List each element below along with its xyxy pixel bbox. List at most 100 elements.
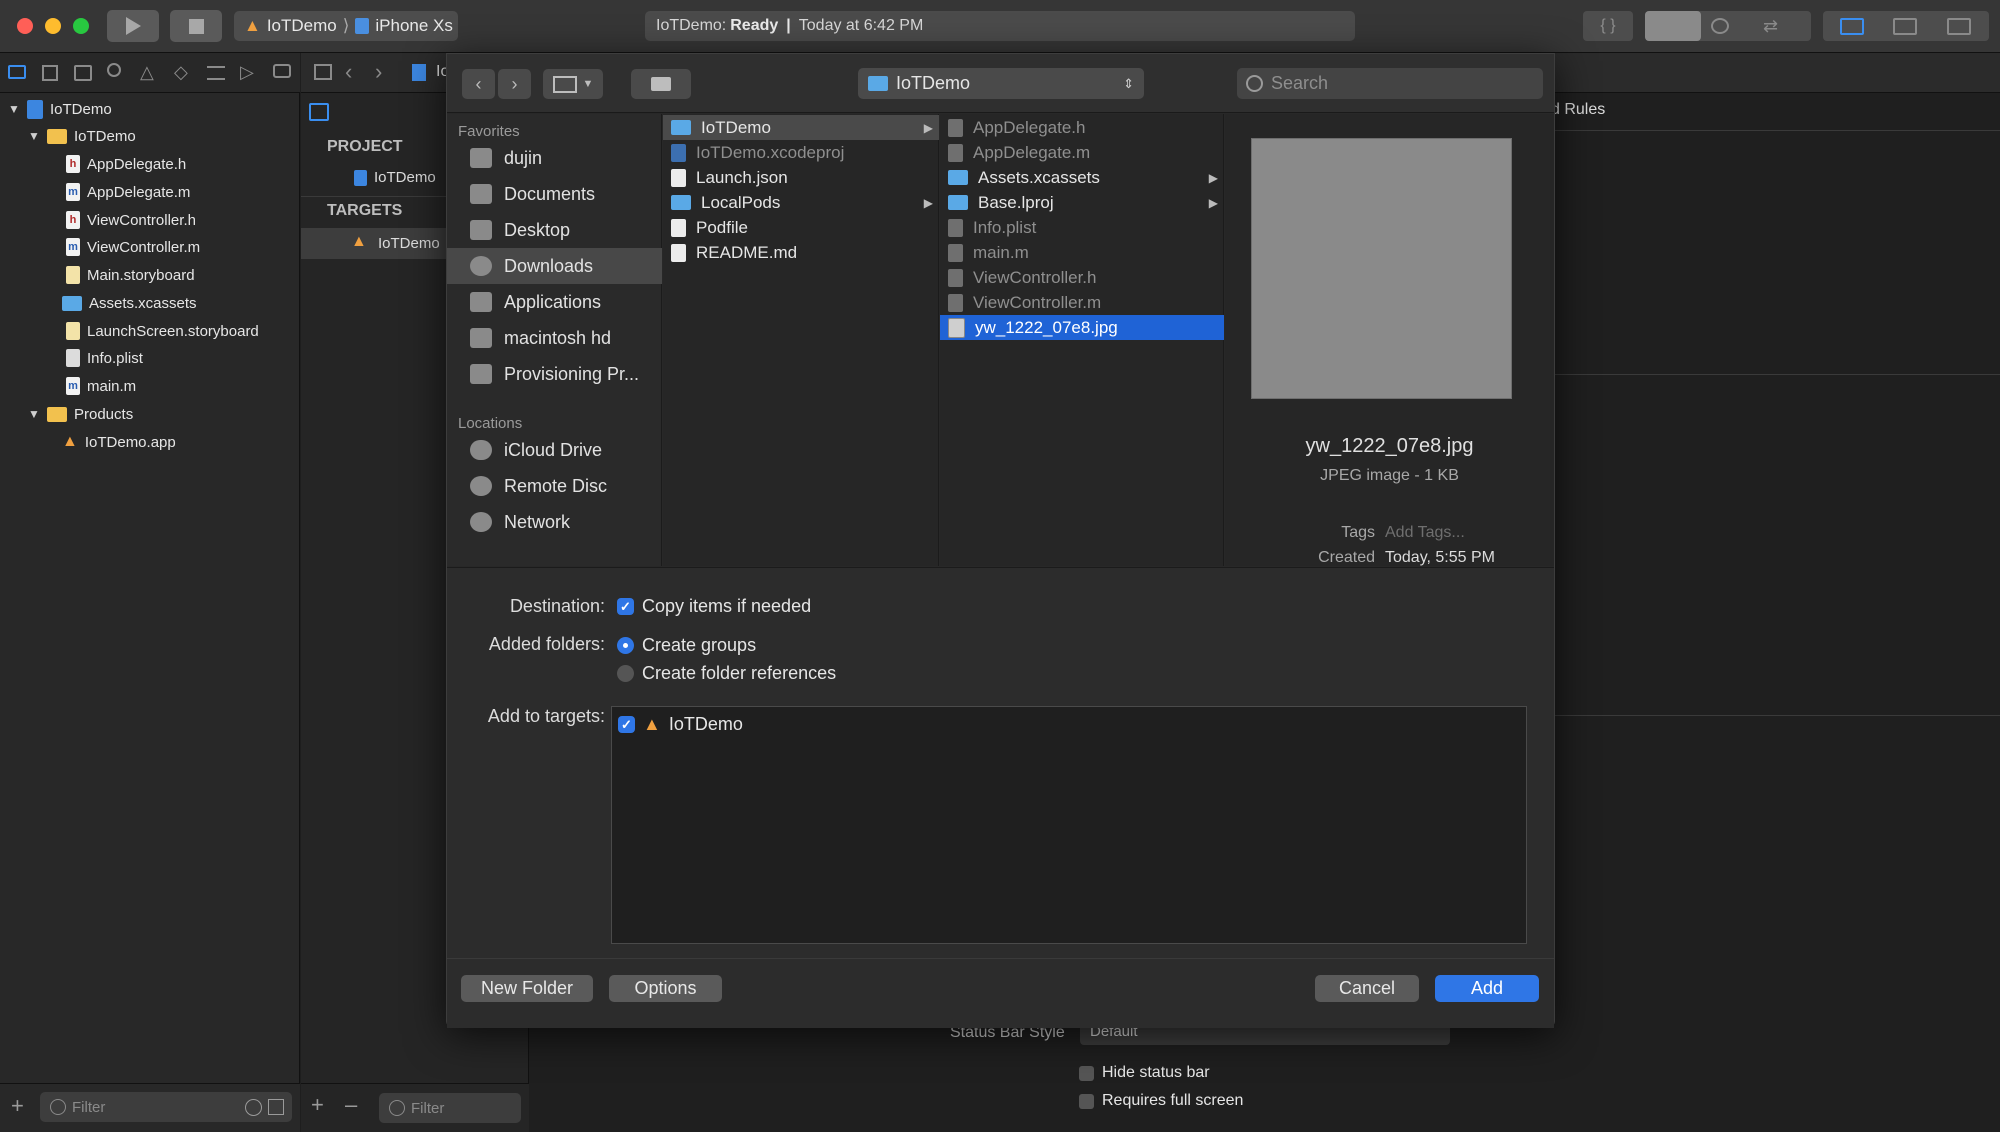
target-filter-input[interactable]: Filter: [379, 1093, 521, 1123]
nav-item-file[interactable]: Main.storyboard: [66, 262, 195, 288]
source-control-icon[interactable]: [42, 65, 58, 81]
nav-item-file[interactable]: m main.m: [66, 373, 136, 399]
zoom-window-button[interactable]: [73, 18, 89, 34]
project-navigator-icon[interactable]: [8, 65, 26, 79]
forward-button[interactable]: ›: [498, 69, 531, 99]
close-window-button[interactable]: [17, 18, 33, 34]
debug-toggle-icon[interactable]: [1893, 18, 1917, 35]
search-icon[interactable]: [107, 63, 121, 77]
sidebar-item-dujin[interactable]: dujin: [447, 140, 662, 176]
list-item-file[interactable]: Info.plist: [940, 215, 1224, 240]
minimize-window-button[interactable]: [45, 18, 61, 34]
list-item-file[interactable]: ViewController.m: [940, 290, 1224, 315]
sidebar-toggle-icon[interactable]: [309, 103, 329, 121]
list-item-file[interactable]: Launch.json: [663, 165, 939, 190]
list-item-file[interactable]: AppDelegate.m: [940, 140, 1224, 165]
target-item-label: IoTDemo: [378, 235, 440, 252]
project-item[interactable]: IoTDemo: [354, 169, 436, 186]
list-item-folder[interactable]: Base.lproj ▶: [940, 190, 1224, 215]
nav-item-file[interactable]: ▲ IoTDemo.app: [62, 429, 176, 455]
list-item-file[interactable]: ViewController.h: [940, 265, 1224, 290]
nav-item-file[interactable]: h AppDelegate.h: [66, 151, 186, 177]
sidebar-item-applications[interactable]: Applications: [447, 284, 662, 320]
back-icon[interactable]: ‹: [345, 59, 352, 85]
list-item-folder[interactable]: LocalPods ▶: [663, 190, 939, 215]
copy-items-checkbox[interactable]: ✓ Copy items if needed: [617, 596, 811, 617]
project-icon: [27, 99, 43, 119]
sidebar-item-desktop[interactable]: Desktop: [447, 212, 662, 248]
inspector-toggle-icon[interactable]: [1947, 18, 1971, 35]
recent-files-icon[interactable]: [245, 1098, 262, 1116]
tab-build-rules[interactable]: d Rules: [1551, 101, 1605, 119]
navigator-filter-input[interactable]: Filter: [40, 1092, 292, 1122]
forward-icon[interactable]: ›: [375, 59, 382, 85]
list-item-file[interactable]: main.m: [940, 240, 1224, 265]
disclosure-triangle-icon[interactable]: ▼: [28, 129, 40, 143]
disclosure-triangle-icon[interactable]: ▼: [28, 407, 40, 421]
nav-item-project[interactable]: ▼ IoTDemo: [8, 96, 112, 122]
library-button[interactable]: { }: [1583, 11, 1633, 41]
debug-navigator-icon[interactable]: [207, 66, 225, 80]
new-folder-button[interactable]: New Folder: [461, 975, 593, 1002]
add-to-targets-label: Add to targets:: [487, 706, 605, 726]
create-folder-references-radio[interactable]: Create folder references: [617, 663, 836, 684]
add-button[interactable]: Add: [1435, 975, 1539, 1002]
stop-button[interactable]: [170, 10, 222, 42]
sidebar-item-documents[interactable]: Documents: [447, 176, 662, 212]
list-item-file[interactable]: README.md: [663, 240, 939, 265]
list-item-file[interactable]: Podfile: [663, 215, 939, 240]
target-checkbox-row[interactable]: ✓ ▲ IoTDemo: [618, 714, 743, 735]
scheme-selector[interactable]: ▲ IoTDemo ⟩ iPhone Xs: [234, 11, 458, 41]
related-items-icon[interactable]: [314, 64, 332, 80]
nav-item-file[interactable]: m AppDelegate.m: [66, 179, 190, 205]
list-item-file[interactable]: IoTDemo.xcodeproj: [663, 140, 939, 165]
nav-item-label: AppDelegate.h: [87, 155, 187, 173]
sidebar-item-downloads[interactable]: Downloads: [447, 248, 662, 284]
folder-icon: [47, 406, 67, 422]
standard-editor-icon[interactable]: [1645, 11, 1701, 41]
add-icon[interactable]: +: [11, 1093, 24, 1119]
nav-item-file[interactable]: h ViewController.h: [66, 207, 196, 233]
sidebar-item-icloud-drive[interactable]: iCloud Drive: [447, 432, 662, 468]
list-item-selected[interactable]: yw_1222_07e8.jpg: [940, 315, 1224, 340]
sidebar-item-provisioning[interactable]: Provisioning Pr...: [447, 356, 662, 392]
list-item-folder[interactable]: Assets.xcassets ▶: [940, 165, 1224, 190]
nav-item-file[interactable]: LaunchScreen.storyboard: [66, 318, 259, 344]
hide-status-bar-checkbox[interactable]: Hide status bar: [1079, 1064, 1210, 1082]
new-folder-icon-button[interactable]: [631, 69, 691, 99]
nav-item-file[interactable]: Assets.xcassets: [62, 290, 197, 316]
preview-kind: JPEG image - 1 KB: [1320, 467, 1459, 484]
location-popup[interactable]: IoTDemo ⇕: [858, 68, 1144, 99]
report-icon[interactable]: [273, 64, 291, 78]
add-icon[interactable]: +: [311, 1092, 324, 1118]
assistant-editor-icon[interactable]: [1711, 18, 1729, 34]
sidebar-item-remote-disc[interactable]: Remote Disc: [447, 468, 662, 504]
search-input[interactable]: Search: [1237, 68, 1543, 99]
cancel-button[interactable]: Cancel: [1315, 975, 1419, 1002]
create-groups-radio[interactable]: Create groups: [617, 635, 756, 656]
source-control-filter-icon[interactable]: [268, 1099, 284, 1115]
create-groups-label: Create groups: [642, 635, 757, 655]
requires-full-screen-checkbox[interactable]: Requires full screen: [1079, 1092, 1243, 1110]
test-icon[interactable]: ◇: [174, 62, 188, 83]
nav-item-group[interactable]: ▼ Products: [28, 401, 133, 427]
nav-item-file[interactable]: m ViewController.m: [66, 234, 200, 260]
options-button[interactable]: Options: [609, 975, 722, 1002]
nav-item-file[interactable]: Info.plist: [66, 345, 143, 371]
sidebar-item-network[interactable]: Network: [447, 504, 662, 540]
version-editor-icon[interactable]: ⇄: [1763, 16, 1778, 37]
nav-item-group[interactable]: ▼ IoTDemo: [28, 123, 136, 149]
navigator-toggle-icon[interactable]: [1840, 18, 1864, 35]
disclosure-triangle-icon[interactable]: ▼: [8, 102, 20, 116]
add-tags-input[interactable]: Add Tags...: [1385, 524, 1465, 542]
symbol-navigator-icon[interactable]: [74, 65, 92, 81]
sidebar-item-macintosh-hd[interactable]: macintosh hd: [447, 320, 662, 356]
view-mode-button[interactable]: ▼: [543, 69, 603, 99]
back-button[interactable]: ‹: [462, 69, 495, 99]
run-button[interactable]: [107, 10, 159, 42]
remove-icon[interactable]: –: [345, 1092, 357, 1118]
breakpoint-icon[interactable]: ▷: [240, 62, 254, 83]
list-item-file[interactable]: AppDelegate.h: [940, 115, 1224, 140]
warning-icon[interactable]: △: [140, 62, 154, 83]
list-item-folder[interactable]: IoTDemo ▶: [663, 115, 939, 140]
